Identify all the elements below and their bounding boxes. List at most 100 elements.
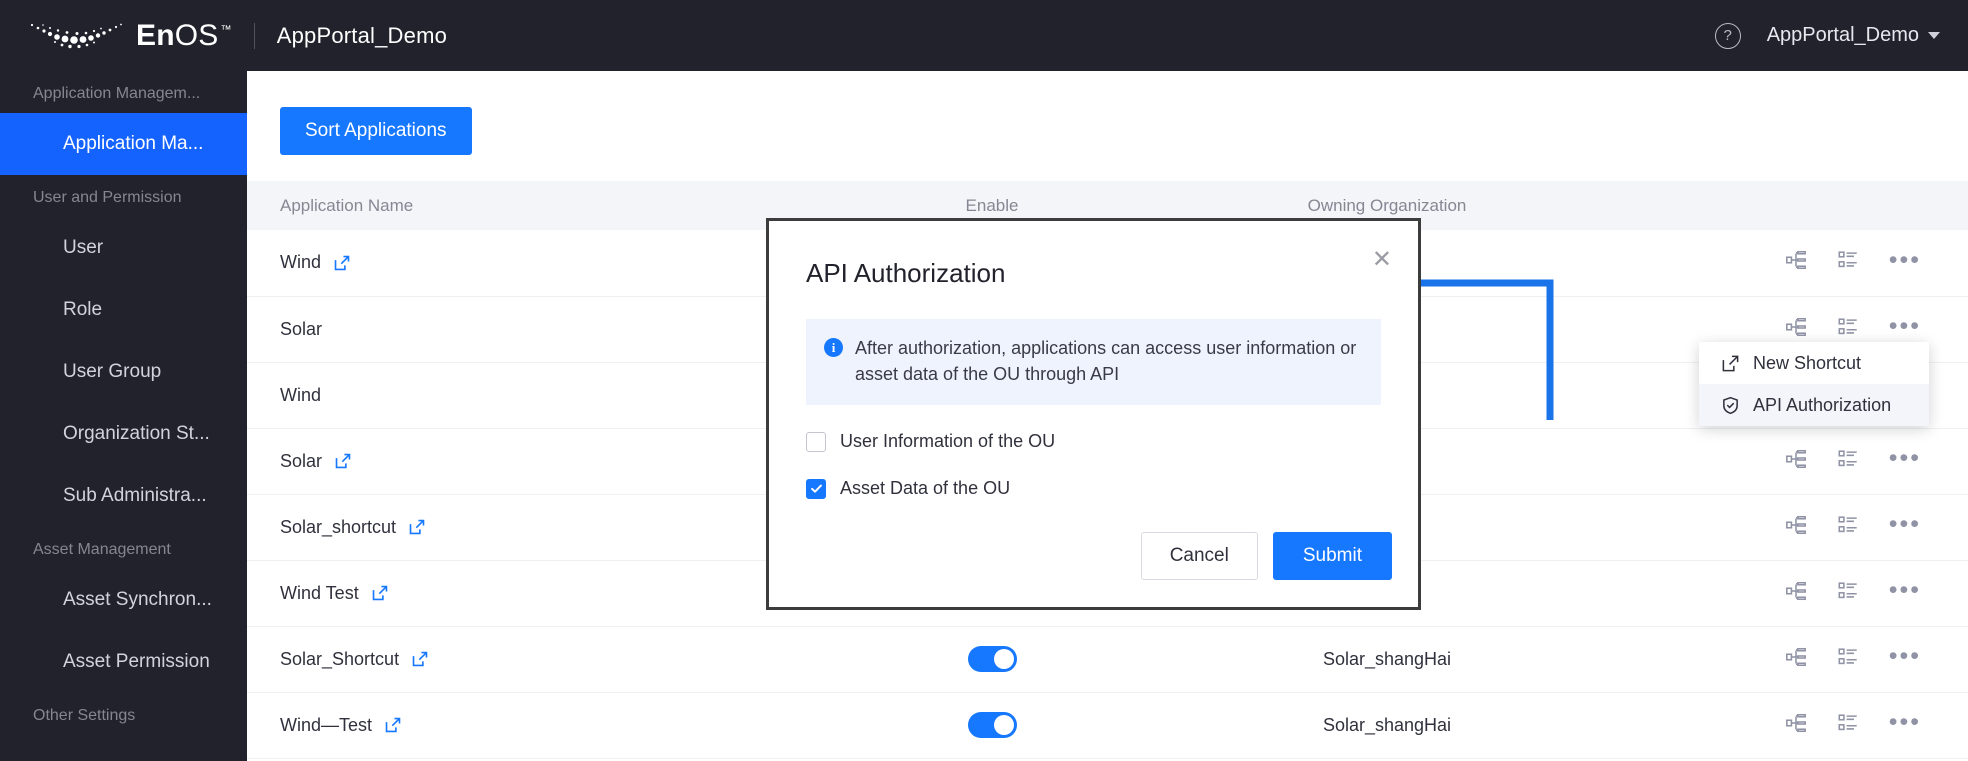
checkbox-user-information-of-the-ou[interactable]: User Information of the OU [806,431,1418,452]
topbar-right-actions: ? AppPortal_Demo [1715,23,1968,49]
cell-application-name: Solar_Shortcut [247,626,807,692]
external-link-icon[interactable] [411,650,429,668]
external-link-icon [1721,354,1740,373]
sidebar-item-label: Asset Synchron... [63,589,212,611]
more-dots-icon[interactable]: ••• [1889,649,1921,664]
sidebar-item-asset-synchronization[interactable]: Asset Synchron... [0,569,247,631]
sidebar-item-asset-permission[interactable]: Asset Permission [0,631,247,693]
org-hierarchy-icon[interactable] [1785,514,1807,536]
sidebar-group-label: Asset Management [0,527,247,569]
cell-enable [807,692,1177,758]
context-menu-item-label: New Shortcut [1753,353,1861,374]
detail-list-icon[interactable] [1837,712,1859,734]
check-mark-icon [810,482,823,495]
api-authorization-dialog: API Authorization ✕ i After authorizatio… [766,218,1421,610]
org-hierarchy-icon[interactable] [1785,712,1807,734]
sidebar-item-user[interactable]: User [0,217,247,279]
more-dots-icon[interactable]: ••• [1889,583,1921,598]
sidebar-item-label: Sub Administra... [63,485,207,507]
row-action-group: ••• [1785,712,1921,734]
org-hierarchy-icon[interactable] [1785,646,1807,668]
top-navigation-bar: EnOS™ AppPortal_Demo ? AppPortal_Demo [0,0,1968,71]
context-menu-item-label: API Authorization [1753,395,1891,416]
brand-wordmark: EnOS™ [136,19,232,53]
cell-owning-organization: Solar_shangHai [1177,626,1597,692]
brand-light: OS [175,19,219,53]
row-action-group: ••• [1785,514,1921,536]
detail-list-icon[interactable] [1837,249,1859,271]
cell-application-name: Wind [247,362,807,428]
close-icon[interactable]: ✕ [1372,248,1392,272]
chevron-down-icon [1928,32,1940,39]
sidebar-group-label: User and Permission [0,175,247,217]
table-row: Wind—Test Solar_shangHai ••• [247,692,1968,758]
cell-actions: ••• [1597,692,1968,758]
application-name-label: Solar_Shortcut [280,649,399,670]
external-link-icon[interactable] [333,254,351,272]
cell-application-name: Solar_shortcut [247,494,807,560]
app-root: EnOS™ AppPortal_Demo ? AppPortal_Demo Ap… [0,0,1968,761]
detail-list-icon[interactable] [1837,580,1859,602]
row-action-group: ••• [1785,316,1921,338]
sidebar[interactable]: Application Managem... Application Ma...… [0,71,247,761]
detail-list-icon[interactable] [1837,514,1859,536]
checkbox-label: Asset Data of the OU [840,478,1010,499]
cell-actions: ••• [1597,230,1968,296]
detail-list-icon[interactable] [1837,316,1859,338]
more-dots-icon[interactable]: ••• [1889,253,1921,268]
context-menu-item-api-authorization[interactable]: API Authorization [1699,384,1929,426]
detail-list-icon[interactable] [1837,646,1859,668]
more-dots-icon[interactable]: ••• [1889,319,1921,334]
sidebar-item-label: Application Ma... [63,133,203,155]
external-link-icon[interactable] [384,716,402,734]
checkbox-asset-data-of-the-ou[interactable]: Asset Data of the OU [806,478,1418,499]
question-circle-icon[interactable]: ? [1715,23,1741,49]
org-hierarchy-icon[interactable] [1785,249,1807,271]
enable-toggle[interactable] [968,712,1017,738]
context-menu-item-new-shortcut[interactable]: New Shortcut [1699,342,1929,384]
cell-actions: ••• [1597,560,1968,626]
more-dots-icon[interactable]: ••• [1889,715,1921,730]
brand[interactable]: EnOS™ AppPortal_Demo [0,16,447,56]
external-link-icon[interactable] [371,584,389,602]
enable-toggle[interactable] [968,646,1017,672]
cell-actions: ••• [1597,428,1968,494]
checkbox-label: User Information of the OU [840,431,1055,452]
cell-enable [807,626,1177,692]
detail-list-icon[interactable] [1837,448,1859,470]
brand-bold: En [136,19,175,53]
application-name-label: Solar_shortcut [280,517,396,538]
user-menu-label: AppPortal_Demo [1767,24,1919,47]
sidebar-item-sub-administrator[interactable]: Sub Administra... [0,465,247,527]
sidebar-group-label: Other Settings [0,693,247,735]
cell-application-name: Wind [247,230,807,296]
dialog-info-banner: i After authorization, applications can … [806,319,1381,405]
checkbox-unchecked-icon[interactable] [806,432,826,452]
application-name-label: Wind—Test [280,715,372,736]
external-link-icon[interactable] [408,518,426,536]
more-dots-icon[interactable]: ••• [1889,517,1921,532]
org-hierarchy-icon[interactable] [1785,316,1807,338]
dialog-title: API Authorization [769,221,1418,289]
submit-button[interactable]: Submit [1273,532,1392,580]
org-hierarchy-icon[interactable] [1785,448,1807,470]
application-name-label: Wind [280,385,321,406]
row-context-menu[interactable]: New Shortcut API Authorization [1699,342,1929,426]
more-dots-icon[interactable]: ••• [1889,451,1921,466]
cell-owning-organization: Solar_shangHai [1177,692,1597,758]
column-header-application-name: Application Name [247,181,807,230]
application-name-label: Wind [280,252,321,273]
sidebar-item-role[interactable]: Role [0,279,247,341]
sidebar-item-label: User Group [63,361,161,383]
row-action-group: ••• [1785,646,1921,668]
sidebar-item-application-management[interactable]: Application Ma... [0,113,247,175]
sidebar-item-organization-structure[interactable]: Organization St... [0,403,247,465]
user-menu[interactable]: AppPortal_Demo [1767,24,1940,47]
sidebar-item-user-group[interactable]: User Group [0,341,247,403]
cancel-button[interactable]: Cancel [1141,532,1258,580]
external-link-icon[interactable] [334,452,352,470]
checkbox-checked-icon[interactable] [806,479,826,499]
owning-organization-label: Solar_shangHai [1323,649,1451,669]
org-hierarchy-icon[interactable] [1785,580,1807,602]
sort-applications-button[interactable]: Sort Applications [280,107,472,155]
